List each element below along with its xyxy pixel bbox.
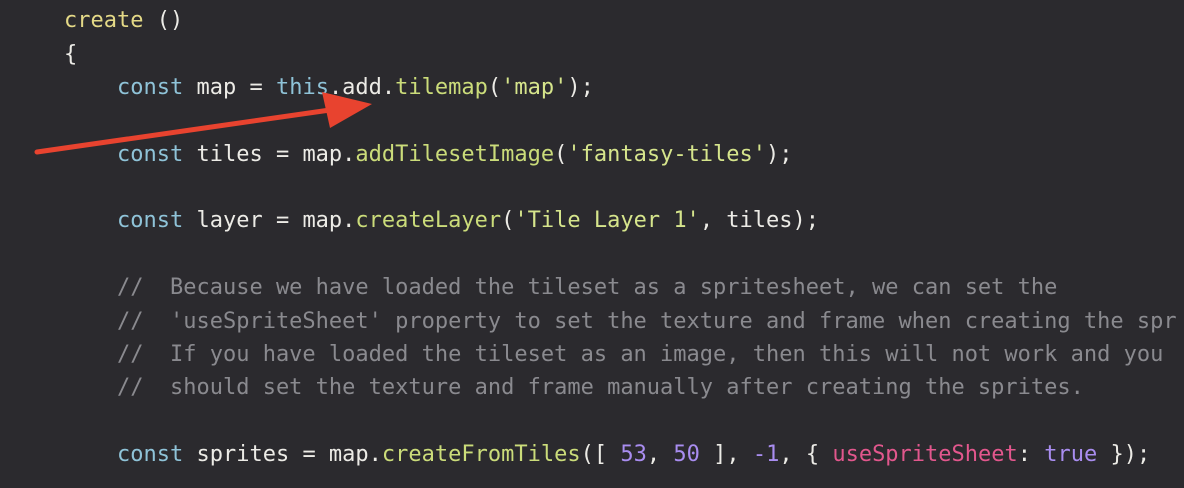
- number-literal: -1: [752, 442, 780, 467]
- keyword-const: const: [117, 442, 184, 467]
- code-text: :: [1017, 442, 1045, 467]
- open-brace: {: [64, 42, 78, 67]
- code-text: layer = map.: [183, 208, 356, 233]
- keyword-const: const: [117, 142, 184, 167]
- code-text: sprites = map.: [183, 442, 382, 467]
- code-text: (: [554, 142, 568, 167]
- string-literal: 'map': [501, 75, 568, 100]
- code-line-create: create (): [64, 4, 183, 38]
- code-text: , tiles);: [699, 208, 820, 233]
- keyword-const: const: [117, 75, 184, 100]
- code-editor: create () { const map = this.add.tilemap…: [0, 0, 1184, 488]
- code-text: , {: [779, 442, 833, 467]
- code-text: });: [1097, 442, 1151, 467]
- method-name: addTilesetImage: [355, 142, 555, 167]
- keyword-const: const: [117, 208, 184, 233]
- code-text: .add.: [328, 75, 396, 100]
- comment-line-1: // Because we have loaded the tileset as…: [117, 275, 1058, 300]
- code-line-tiles: const tiles = map.addTilesetImage('fanta…: [117, 138, 793, 172]
- code-text: (: [487, 75, 502, 100]
- method-name: tilemap: [395, 75, 488, 100]
- keyword-this: this: [275, 75, 329, 100]
- method-name: createLayer: [355, 208, 502, 233]
- code-text: map =: [183, 75, 276, 100]
- code-text: tiles = map.: [183, 142, 356, 167]
- string-literal: 'Tile Layer 1': [514, 208, 700, 233]
- function-name: create: [64, 8, 144, 33]
- code-text: ([: [580, 442, 621, 467]
- code-text: );: [766, 142, 793, 167]
- number-literal: 50: [673, 442, 700, 467]
- string-literal: 'fantasy-tiles': [567, 142, 767, 167]
- function-params: (): [143, 8, 184, 33]
- comment-line-4: // should set the texture and frame manu…: [117, 375, 1084, 400]
- code-text: );: [567, 75, 594, 100]
- object-key: useSpriteSheet: [832, 442, 1018, 467]
- code-line-sprites: const sprites = map.createFromTiles([ 53…: [117, 438, 1150, 472]
- boolean-literal: true: [1044, 442, 1098, 467]
- comment-line-2: // 'useSpriteSheet' property to set the …: [117, 309, 1177, 334]
- code-line-map: const map = this.add.tilemap('map');: [117, 71, 594, 105]
- code-text: ],: [699, 442, 753, 467]
- number-literal: 53: [620, 442, 647, 467]
- code-line-layer: const layer = map.createLayer('Tile Laye…: [117, 204, 819, 238]
- code-text: ,: [646, 442, 674, 467]
- method-name: createFromTiles: [381, 442, 581, 467]
- code-text: (: [501, 208, 515, 233]
- comment-line-3: // If you have loaded the tileset as an …: [117, 342, 1164, 367]
- code-line-open-brace: {: [64, 38, 77, 72]
